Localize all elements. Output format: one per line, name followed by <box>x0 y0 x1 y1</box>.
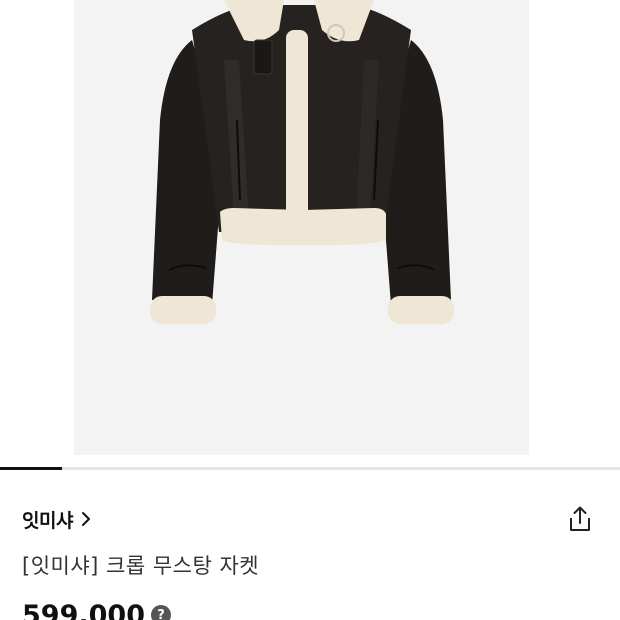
question-circle-icon[interactable]: ? <box>150 605 171 620</box>
chevron-right-icon <box>81 512 90 526</box>
price-value: 599,000 <box>22 599 145 620</box>
product-title: [잇미샤] 크롭 무스탕 자켓 <box>22 554 260 578</box>
brand-link[interactable]: 잇미샤 <box>22 505 93 533</box>
product-image[interactable] <box>74 0 529 455</box>
price-row: 599,000 ? <box>22 600 171 620</box>
share-icon <box>570 506 590 531</box>
brand-name: 잇미샤 <box>22 509 73 532</box>
product-image-carousel[interactable] <box>0 0 620 468</box>
share-button[interactable] <box>563 502 597 536</box>
carousel-progress-indicator <box>0 467 62 470</box>
carousel-progress-track <box>0 467 620 470</box>
jacket-illustration <box>150 0 454 324</box>
